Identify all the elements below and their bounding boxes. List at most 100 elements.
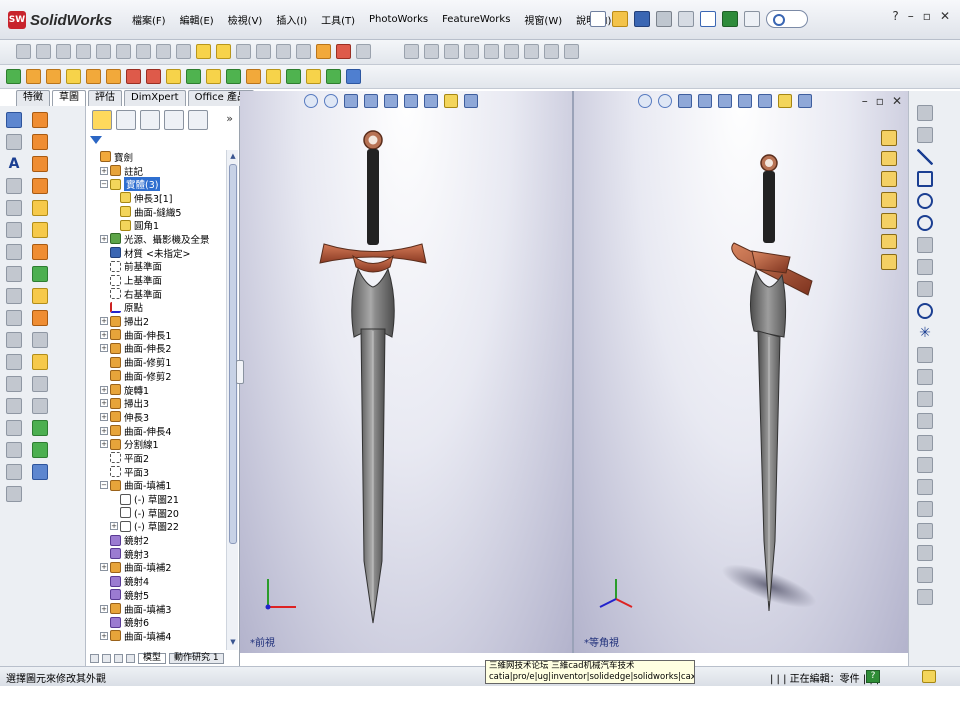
tree-item[interactable]: + 分割線1 <box>86 437 226 451</box>
menu-photoworks[interactable]: PhotoWorks <box>369 14 428 25</box>
expand-toggle-icon[interactable]: + <box>100 317 108 326</box>
sketch-icon[interactable] <box>917 105 933 121</box>
boss-icon[interactable] <box>32 112 48 128</box>
property-manager-tab-icon[interactable] <box>116 110 136 130</box>
dome-icon[interactable] <box>266 69 281 84</box>
surface-finish-icon[interactable] <box>6 244 22 260</box>
tool-icon-5[interactable] <box>484 44 499 59</box>
tool-icon-8[interactable] <box>544 44 559 59</box>
menu-view[interactable]: 檢視(V) <box>228 12 263 27</box>
menu-featureworks[interactable]: FeatureWorks <box>442 14 510 25</box>
tab-features[interactable]: 特徵 <box>16 90 50 106</box>
tool-icon-9[interactable] <box>564 44 579 59</box>
centerline-sketch-icon[interactable] <box>917 347 933 363</box>
spline-tool-icon[interactable] <box>32 464 48 480</box>
tree-item[interactable]: + 光源、攝影機及全景 <box>86 232 226 246</box>
expand-toggle-icon[interactable]: + <box>100 604 108 613</box>
tree-item[interactable]: 平面2 <box>86 451 226 465</box>
ellipse-icon[interactable] <box>917 259 933 275</box>
first-tab-icon[interactable] <box>90 653 99 663</box>
swept-boss-icon[interactable] <box>46 69 61 84</box>
display-manager-tab-icon[interactable] <box>188 110 208 130</box>
isometric-viewport[interactable]: – ▫ ✕ *等角視 <box>574 91 908 653</box>
tree-item[interactable]: + 曲面-伸長2 <box>86 342 226 355</box>
tree-item[interactable]: + 曲面-填補4 <box>86 629 226 643</box>
rebuild-icon[interactable] <box>722 11 738 27</box>
expand-toggle-icon[interactable]: + <box>100 385 108 394</box>
tree-item[interactable]: 寶劍 <box>86 150 226 164</box>
trim-icon[interactable] <box>917 391 933 407</box>
text-sketch-icon[interactable] <box>917 369 933 385</box>
intersect-icon[interactable] <box>32 398 48 414</box>
fillet-tool-icon[interactable] <box>32 200 48 216</box>
tree-item[interactable]: + 掃出2 <box>86 314 226 328</box>
tree-item[interactable]: 原點 <box>86 301 226 314</box>
draft-icon[interactable] <box>246 69 261 84</box>
menu-insert[interactable]: 插入(I) <box>276 12 307 27</box>
extend-surface-icon[interactable] <box>236 44 251 59</box>
expand-toggle-icon[interactable]: + <box>100 330 108 339</box>
linear-pattern-icon[interactable] <box>186 69 201 84</box>
display-relations-icon[interactable] <box>917 523 933 539</box>
expand-toggle-icon[interactable]: + <box>100 563 108 572</box>
tree-item[interactable]: + 掃出3 <box>86 396 226 410</box>
rectangle-icon[interactable] <box>917 171 933 187</box>
repair-sketch-icon[interactable] <box>917 545 933 561</box>
curves-icon[interactable] <box>326 69 341 84</box>
more-tabs-button[interactable]: » <box>226 112 233 125</box>
extruded-cut-icon[interactable] <box>86 69 101 84</box>
move-entities-icon[interactable] <box>917 501 933 517</box>
front-viewport[interactable]: *前視 <box>240 91 572 653</box>
custom-properties-icon[interactable] <box>881 254 897 271</box>
shell-tool-icon[interactable] <box>32 288 48 304</box>
filled-surface-icon[interactable] <box>116 44 131 59</box>
menu-file[interactable]: 檔案(F) <box>132 12 166 27</box>
scroll-up-icon[interactable]: ▲ <box>228 152 238 162</box>
dome-tool-icon[interactable] <box>32 332 48 348</box>
surface-revolve-icon[interactable] <box>36 44 51 59</box>
expand-toggle-icon[interactable]: + <box>100 344 108 353</box>
tree-item[interactable]: 平面3 <box>86 465 226 479</box>
view-palette-icon[interactable] <box>881 212 897 229</box>
chamfer-icon[interactable] <box>32 222 48 238</box>
convert-entities-icon[interactable] <box>917 413 933 429</box>
expand-toggle-icon[interactable]: + <box>100 399 108 408</box>
tree-item[interactable]: 鏡射5 <box>86 588 226 602</box>
trim-surface-icon[interactable] <box>216 44 231 59</box>
surface-loft-icon[interactable] <box>76 44 91 59</box>
sword-front-model[interactable] <box>240 91 572 653</box>
tool-icon-7[interactable] <box>524 44 539 59</box>
tree-item[interactable]: + (-) 草圖22 <box>86 520 226 533</box>
select-arrow-icon[interactable] <box>700 11 716 27</box>
weld-symbol-icon[interactable] <box>6 266 22 282</box>
smart-dimension-icon[interactable] <box>6 112 22 128</box>
rib-icon[interactable] <box>206 69 221 84</box>
center-mark-icon[interactable] <box>6 442 22 458</box>
rib-tool-icon[interactable] <box>32 354 48 370</box>
revision-symbol-icon[interactable] <box>6 376 22 392</box>
datum-target-icon[interactable] <box>6 354 22 370</box>
arc-icon[interactable] <box>917 215 933 231</box>
tree-item[interactable]: + 曲面-伸長1 <box>86 328 226 342</box>
tree-item[interactable]: − 曲面-填補1 <box>86 479 226 492</box>
tab-sketch[interactable]: 草圖 <box>52 90 86 106</box>
extruded-boss-icon[interactable] <box>6 69 21 84</box>
auto-balloon-icon[interactable] <box>6 222 22 238</box>
tree-item[interactable]: 鏡射6 <box>86 615 226 629</box>
cut-icon[interactable] <box>32 134 48 150</box>
planar-surface-icon[interactable] <box>136 44 151 59</box>
curve-tool-icon[interactable] <box>32 420 48 436</box>
tab-dimxpert[interactable]: DimXpert <box>124 90 186 106</box>
thicken-icon[interactable] <box>276 44 291 59</box>
search-results-icon[interactable] <box>881 192 897 208</box>
tool-icon-3[interactable] <box>444 44 459 59</box>
dimxpert-manager-tab-icon[interactable] <box>164 110 184 130</box>
restore-button[interactable]: ▫ <box>923 9 931 23</box>
wrap-icon[interactable] <box>286 69 301 84</box>
feature-fillet-icon[interactable] <box>166 69 181 84</box>
area-hatch-icon[interactable] <box>6 398 22 414</box>
tree-item[interactable]: 鏡射2 <box>86 533 226 547</box>
linear-sketch-pattern-icon[interactable] <box>917 479 933 495</box>
scroll-thumb[interactable] <box>229 164 237 544</box>
balloon-icon[interactable] <box>6 200 22 216</box>
